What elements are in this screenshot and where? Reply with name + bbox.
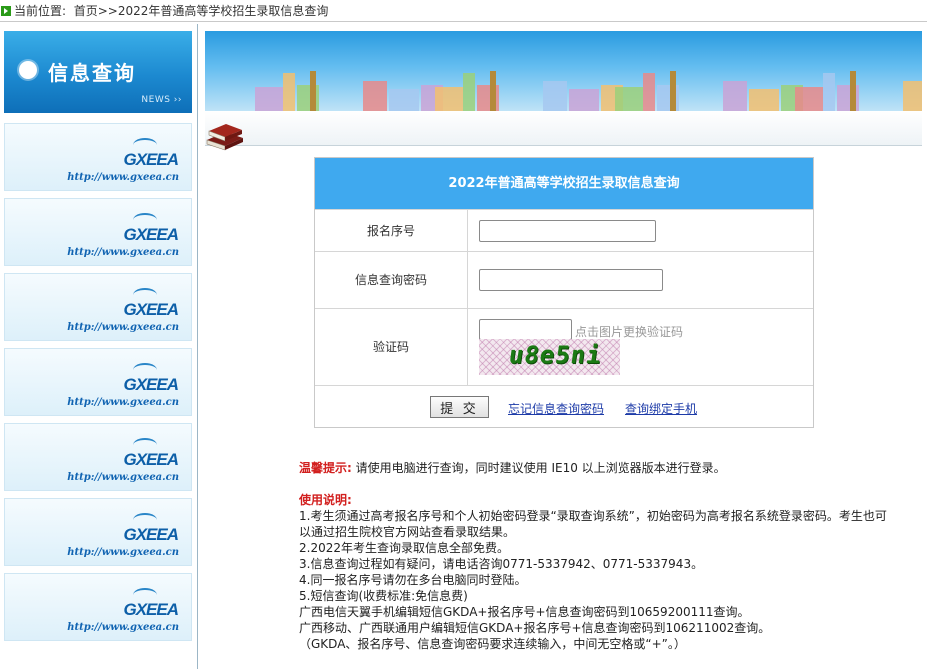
tip-label: 温馨提示: [299, 461, 352, 475]
registration-row: 报名序号 [315, 209, 813, 251]
query-form: 2022年普通高等学校招生录取信息查询 报名序号 信息查询密码 验证码 点击图片… [314, 157, 814, 428]
captcha-row: 验证码 点击图片更换验证码 u8e5ni [315, 308, 813, 385]
skyline-building [255, 87, 283, 111]
sidebar-banner-link[interactable]: GXEEA http://www.gxeea.cn [4, 573, 192, 641]
skyline-building [615, 87, 643, 111]
usage-label: 使用说明: [299, 493, 352, 507]
banner-url: http://www.gxeea.cn [67, 247, 179, 258]
skyline-building [435, 87, 463, 111]
usage-line: 3.信息查询过程如有疑问，请电话咨询0771-5337942、0771-5337… [299, 557, 704, 571]
skyline-building [463, 73, 475, 111]
skyline-building [363, 81, 387, 111]
skyline-building [903, 81, 922, 111]
gxeea-logo: GXEEA [123, 450, 179, 469]
banner-url: http://www.gxeea.cn [67, 397, 179, 408]
usage-line: 广西移动、广西联通用户编辑短信GKDA+报名序号+信息查询密码到10621100… [299, 621, 771, 635]
news-label: NEWS ›› [141, 95, 182, 105]
skyline-building [749, 89, 779, 111]
usage-line: 5.短信查询(收费标准:免信息费) [299, 589, 468, 603]
sidebar-banner-link[interactable]: GXEEA http://www.gxeea.cn [4, 423, 192, 491]
sidebar-title: 信息查询 [48, 61, 136, 85]
captcha-image-text: u8e5ni [507, 341, 604, 369]
registration-number-input[interactable] [479, 220, 656, 242]
registration-label: 报名序号 [315, 210, 468, 251]
breadcrumb-separator: >> [97, 4, 118, 18]
tip-paragraph: 温馨提示: 请使用电脑进行查询，同时建议使用 IE10 以上浏览器版本进行登录。 [299, 460, 889, 476]
skyline-building [723, 81, 747, 111]
sidebar-banner-link[interactable]: GXEEA http://www.gxeea.cn [4, 348, 192, 416]
gxeea-logo: GXEEA [123, 300, 179, 319]
arrow-right-icon [1, 6, 11, 16]
bind-phone-link[interactable]: 查询绑定手机 [625, 400, 697, 417]
password-label: 信息查询密码 [315, 252, 468, 308]
breadcrumb-home-link[interactable]: 首页 [74, 4, 98, 18]
gxeea-logo: GXEEA [123, 525, 179, 544]
breadcrumb: 当前位置: 首页>>2022年普通高等学校招生录取信息查询 [0, 0, 927, 22]
gxeea-logo: GXEEA [123, 375, 179, 394]
gxeea-logo: GXEEA [123, 150, 179, 169]
banner-url: http://www.gxeea.cn [67, 172, 179, 183]
sidebar-banner-link[interactable]: GXEEA http://www.gxeea.cn [4, 498, 192, 566]
query-password-input[interactable] [479, 269, 663, 291]
skyline-tower [850, 71, 856, 111]
captcha-hint: 点击图片更换验证码 [575, 325, 684, 339]
sidebar-header: 信息查询 NEWS ›› [4, 31, 192, 113]
header-banner-image [205, 31, 922, 111]
usage-line: （GKDA、报名序号、信息查询密码要求连续输入，中间无空格或“+”。） [299, 637, 686, 651]
gxeea-logo: GXEEA [123, 600, 179, 619]
skyline-building [795, 87, 823, 111]
skyline-tower [310, 71, 316, 111]
usage-line: 2.2022年考生查询录取信息全部免费。 [299, 541, 509, 555]
banner-url: http://www.gxeea.cn [67, 322, 179, 333]
skyline-tower [670, 71, 676, 111]
password-row: 信息查询密码 [315, 251, 813, 308]
usage-line: 1.考生须通过高考报名序号和个人初始密码登录“录取查询系统”，初始密码为高考报名… [299, 509, 887, 539]
usage-line: 4.同一报名序号请勿在多台电脑同时登陆。 [299, 573, 527, 587]
banner-url: http://www.gxeea.cn [67, 622, 179, 633]
form-title: 2022年普通高等学校招生录取信息查询 [315, 158, 813, 209]
sidebar-banner-link[interactable]: GXEEA http://www.gxeea.cn [4, 273, 192, 341]
action-row: 提 交 忘记信息查询密码 查询绑定手机 [315, 385, 813, 428]
skyline-building [543, 81, 567, 111]
skyline-building [569, 89, 599, 111]
breadcrumb-current: 2022年普通高等学校招生录取信息查询 [117, 4, 329, 18]
city-skyline-illustration [255, 71, 922, 111]
captcha-image[interactable]: u8e5ni [479, 339, 620, 375]
submit-button[interactable]: 提 交 [430, 396, 489, 418]
forgot-password-link[interactable]: 忘记信息查询密码 [508, 400, 604, 417]
notes-section: 温馨提示: 请使用电脑进行查询，同时建议使用 IE10 以上浏览器版本进行登录。… [299, 460, 889, 652]
banner-url: http://www.gxeea.cn [67, 472, 179, 483]
skyline-building [389, 89, 419, 111]
sidebar: 信息查询 NEWS ›› GXEEA http://www.gxeea.cn GXE… [0, 24, 198, 669]
header-strip [205, 111, 922, 146]
skyline-building [283, 73, 295, 111]
notes-spacer [299, 476, 889, 492]
sidebar-banner-link[interactable]: GXEEA http://www.gxeea.cn [4, 123, 192, 191]
skyline-building [643, 73, 655, 111]
book-stack-icon [206, 124, 243, 151]
breadcrumb-prefix: 当前位置: [14, 4, 67, 18]
usage-line: 广西电信天翼手机编辑短信GKDA+报名序号+信息查询密码到10659200111… [299, 605, 750, 619]
captcha-input[interactable] [479, 319, 572, 340]
skyline-building [823, 73, 835, 111]
skyline-tower [490, 71, 496, 111]
gxeea-logo: GXEEA [123, 225, 179, 244]
sidebar-banner-link[interactable]: GXEEA http://www.gxeea.cn [4, 198, 192, 266]
bullet-icon [19, 61, 37, 79]
tip-text: 请使用电脑进行查询，同时建议使用 IE10 以上浏览器版本进行登录。 [355, 461, 726, 475]
banner-url: http://www.gxeea.cn [67, 547, 179, 558]
captcha-label: 验证码 [315, 309, 468, 385]
